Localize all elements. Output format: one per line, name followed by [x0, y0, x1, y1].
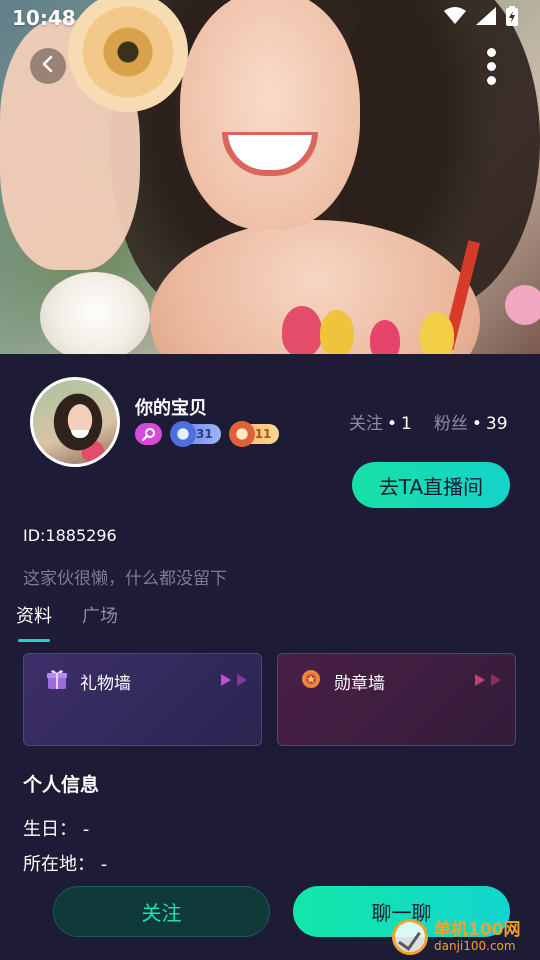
- status-bar: 10:48: [0, 0, 540, 36]
- follow-stats: 关注 • 1 粉丝 • 39: [349, 409, 508, 434]
- nickname: 你的宝贝: [135, 398, 207, 419]
- more-dot: [486, 47, 496, 57]
- active-tab-indicator: [18, 639, 50, 642]
- medal-wall-card[interactable]: 勋章墙: [277, 653, 516, 746]
- go-to-live-room-button[interactable]: 去TA直播间: [352, 462, 510, 508]
- location-row: 所在地： -: [23, 854, 108, 875]
- medal-wall-arrows: [475, 674, 501, 686]
- cover-photo: [0, 0, 540, 354]
- arrow-right-icon: [221, 674, 231, 686]
- charm-level-badge: 11: [228, 421, 280, 447]
- watermark-logo-icon: [392, 919, 428, 955]
- gift-wall-title: 礼物墙: [80, 673, 131, 694]
- signal-icon: [476, 7, 496, 29]
- arrow-right-icon: [237, 674, 247, 686]
- birthday-row: 生日： -: [23, 819, 90, 840]
- gift-wall-arrows: [221, 674, 247, 686]
- more-dot: [486, 61, 496, 71]
- medal-icon: [300, 668, 322, 694]
- personal-info-title: 个人信息: [23, 774, 100, 796]
- following-count: 1: [401, 414, 412, 434]
- diamond-icon: [170, 421, 196, 447]
- gift-wall-card[interactable]: 礼物墙: [23, 653, 262, 746]
- back-button[interactable]: [30, 48, 66, 84]
- status-icons: [444, 6, 518, 30]
- chevron-left-icon: [41, 55, 55, 77]
- gift-icon: [46, 668, 68, 694]
- follow-button[interactable]: 关注: [53, 886, 270, 937]
- tab-profile[interactable]: 资料: [16, 602, 52, 642]
- more-dot: [486, 75, 496, 85]
- crown-icon: [228, 421, 255, 447]
- tab-square[interactable]: 广场: [82, 602, 118, 642]
- site-watermark: 单机100网 danji100.com: [392, 916, 521, 958]
- search-badge-icon: [135, 423, 162, 445]
- badge-row: 31 11: [135, 421, 280, 447]
- arrow-right-icon: [491, 674, 501, 686]
- more-options-button[interactable]: [474, 44, 508, 88]
- arrow-right-icon: [475, 674, 485, 686]
- avatar[interactable]: [30, 377, 120, 467]
- following-stat[interactable]: 关注 • 1: [349, 409, 412, 434]
- wifi-icon: [444, 7, 466, 29]
- medal-wall-title: 勋章墙: [334, 673, 385, 694]
- user-id: ID:1885296: [23, 526, 117, 545]
- fans-count: 39: [485, 414, 508, 434]
- profile-tabs: 资料 广场: [16, 602, 118, 642]
- wealth-level-badge: 31: [170, 421, 221, 447]
- bio: 这家伙很懒，什么都没留下: [23, 569, 227, 589]
- fans-stat[interactable]: 粉丝 • 39: [434, 409, 508, 434]
- status-time: 10:48: [12, 6, 76, 30]
- battery-icon: [506, 6, 518, 30]
